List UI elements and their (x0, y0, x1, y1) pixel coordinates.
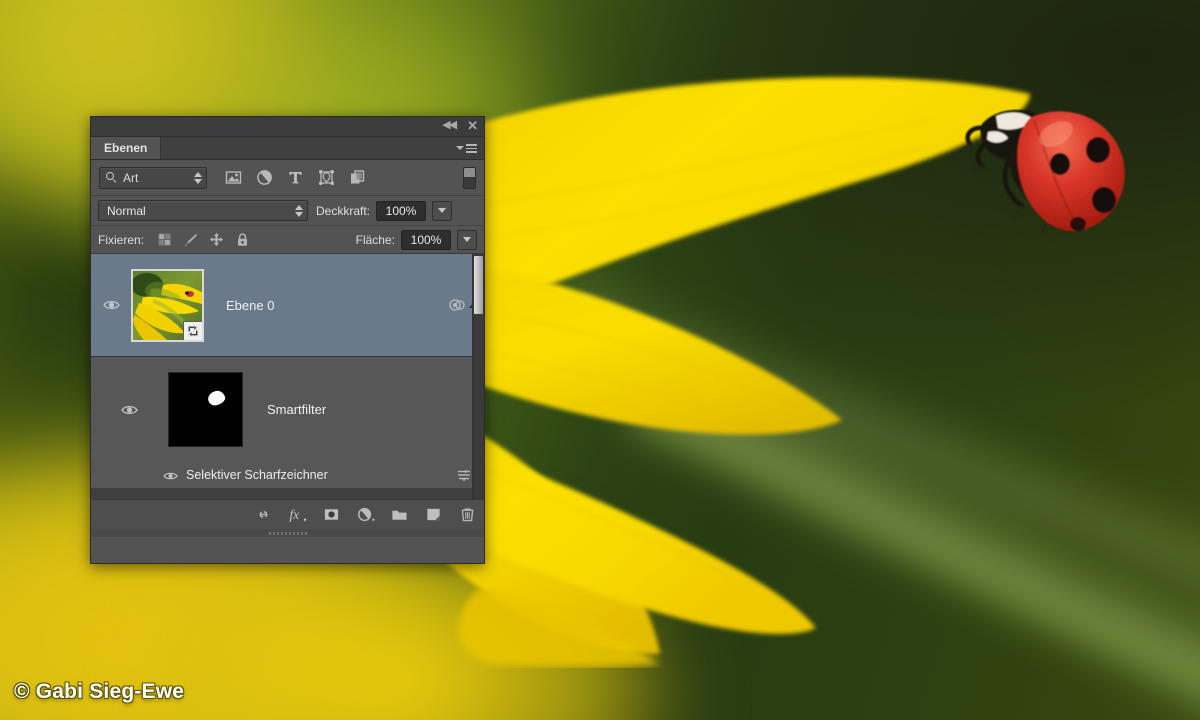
smart-filter-visibility-cell[interactable] (91, 404, 168, 416)
svg-text:fx: fx (290, 507, 300, 522)
panel-resize-grip[interactable] (91, 529, 484, 537)
lock-row: Fixieren: Fläche: 100% (91, 226, 484, 254)
add-layer-mask-icon[interactable] (323, 506, 340, 523)
scrollbar-thumb[interactable] (474, 256, 483, 314)
filter-toggle-switch[interactable] (463, 166, 476, 189)
filter-type-icons (225, 169, 366, 186)
chevron-updown-icon[interactable] (295, 204, 303, 217)
lock-transparent-pixels-icon[interactable] (157, 232, 172, 247)
fill-input[interactable]: 100% (401, 229, 451, 250)
grip-dots-icon (268, 531, 307, 535)
list-item[interactable]: Selektiver Scharfzeichner (91, 462, 484, 488)
lock-image-pixels-icon[interactable] (183, 232, 198, 247)
new-adjustment-layer-icon[interactable] (357, 506, 375, 523)
mask-white-area (206, 388, 227, 407)
layers-list-scrollbar[interactable] (472, 254, 484, 499)
blend-mode-select[interactable]: Normal (98, 200, 308, 221)
fill-label: Fläche: (355, 232, 395, 247)
copyright-notice: © Gabi Sieg-Ewe (14, 680, 185, 703)
filter-kind-value: Art (123, 170, 139, 185)
layer-name[interactable]: Ebene 0 (204, 298, 442, 313)
tab-ebenen[interactable]: Ebenen (91, 137, 162, 159)
lock-position-icon[interactable] (209, 232, 224, 247)
link-layers-icon[interactable] (255, 506, 272, 523)
tab-label: Ebenen (104, 141, 148, 155)
layers-list[interactable]: Ebene 0 Smartfilter Selektiver Scharfzei… (91, 254, 484, 499)
filter-shape-layers-icon[interactable] (318, 169, 335, 186)
new-group-icon[interactable] (391, 506, 408, 523)
layer-thumbnail-cell[interactable] (131, 268, 204, 342)
search-icon (106, 172, 117, 184)
ladybug (952, 88, 1138, 248)
filter-blending-options-icon[interactable] (456, 468, 472, 482)
collapse-to-icons-icon[interactable]: ◀◀ (442, 120, 457, 131)
filter-pixel-layers-icon[interactable] (225, 169, 242, 186)
lock-all-icon[interactable] (235, 232, 250, 247)
filter-row: Art (91, 160, 484, 196)
layer-style-fx-icon[interactable]: fx (289, 506, 307, 523)
opacity-dropdown-arrow[interactable] (432, 200, 453, 221)
opacity-label: Deckkraft: (316, 203, 371, 218)
eye-icon[interactable] (163, 470, 178, 480)
filter-adjustment-layers-icon[interactable] (256, 169, 273, 186)
smart-filter-mask-thumbnail[interactable] (168, 372, 243, 447)
blend-mode-row: Normal Deckkraft: 100% (91, 196, 484, 226)
filter-type-layers-icon[interactable] (287, 169, 304, 186)
panel-tab-row: Ebenen (91, 137, 484, 160)
smart-filter-name[interactable]: Selektiver Scharfzeichner (186, 468, 328, 482)
close-icon[interactable]: ✕ (467, 119, 478, 132)
filter-smart-object-layers-icon[interactable] (349, 169, 366, 186)
fill-group: Fläche: 100% (354, 229, 477, 250)
lock-label: Fixieren: (98, 232, 145, 247)
panel-menu-icon[interactable] (456, 142, 477, 155)
smart-object-badge-icon (183, 320, 202, 340)
delete-layer-icon[interactable] (459, 506, 476, 523)
fill-dropdown-arrow[interactable] (457, 229, 477, 250)
layer-visibility-cell[interactable] (91, 254, 131, 356)
smart-filter-group-row[interactable]: Smartfilter (91, 357, 484, 462)
smart-filter-indicator-icon[interactable] (448, 298, 465, 312)
smart-filter-group-name[interactable]: Smartfilter (243, 402, 484, 417)
eye-icon[interactable] (121, 404, 138, 416)
flower-layer-thumbnail[interactable] (131, 268, 204, 342)
panel-title-bar[interactable]: ◀◀ ✕ (91, 117, 484, 137)
new-layer-icon[interactable] (425, 506, 442, 523)
opacity-input[interactable]: 100% (376, 200, 427, 221)
layers-panel[interactable]: ◀◀ ✕ Ebenen Art Normal Deckkraft: 100% F… (90, 116, 485, 564)
filter-kind-select[interactable]: Art (99, 166, 207, 189)
chevron-updown-icon[interactable] (194, 171, 202, 184)
layers-panel-toolbar: fx (91, 499, 484, 529)
table-row[interactable]: Ebene 0 (91, 254, 484, 357)
menu-lines-icon (466, 144, 477, 153)
menu-triangle-icon (456, 146, 464, 150)
blend-mode-value: Normal (107, 203, 146, 218)
eye-icon[interactable] (102, 299, 120, 311)
